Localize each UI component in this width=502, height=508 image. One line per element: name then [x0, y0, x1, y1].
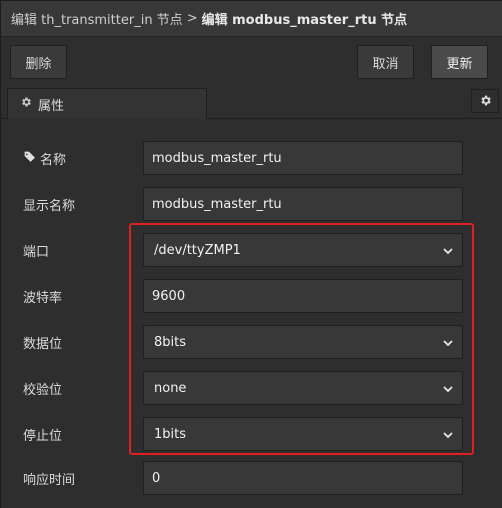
tab-bar: 属性 [1, 87, 502, 119]
chevron-down-icon [443, 340, 453, 347]
parity-row: 校验位 none [1, 371, 502, 405]
parity-select[interactable]: none [143, 371, 463, 405]
name-label-wrap: 名称 [23, 149, 66, 168]
cancel-button[interactable]: 取消 [357, 45, 414, 79]
name-label: 名称 [40, 153, 67, 168]
edit-node-dialog: 编辑 th_transmitter_in 节点 > 编辑 modbus_mast… [0, 0, 502, 508]
chevron-down-icon [443, 386, 453, 393]
data-bits-label: 数据位 [23, 337, 63, 352]
tab-properties[interactable]: 属性 [7, 88, 207, 119]
display-name-row: 显示名称 modbus_master_rtu [1, 187, 502, 221]
stop-bits-row: 停止位 1bits [1, 417, 502, 451]
breadcrumb: 编辑 th_transmitter_in 节点 > 编辑 modbus_mast… [1, 1, 502, 37]
tab-properties-label: 属性 [38, 98, 65, 114]
chevron-down-icon [443, 248, 453, 255]
gear-icon [479, 92, 492, 111]
port-select[interactable]: /dev/ttyZMP1 [143, 233, 463, 267]
tag-icon [23, 150, 36, 167]
delete-button[interactable]: 删除 [10, 45, 67, 79]
display-name-label: 显示名称 [23, 199, 76, 214]
response-time-label: 响应时间 [23, 473, 76, 488]
parity-value: none [154, 380, 187, 396]
response-time-input[interactable]: 0 [143, 461, 463, 495]
data-bits-select[interactable]: 8bits [143, 325, 463, 359]
properties-form: 名称 modbus_master_rtu 显示名称 modbus_master_… [1, 119, 502, 508]
chevron-down-icon [443, 432, 453, 439]
baud-rate-label: 波特率 [23, 291, 63, 306]
display-name-input[interactable]: modbus_master_rtu [143, 187, 463, 221]
breadcrumb-current: 编辑 modbus_master_rtu 节点 [201, 13, 408, 28]
breadcrumb-separator: > [186, 11, 198, 26]
port-value: /dev/ttyZMP1 [154, 242, 241, 258]
breadcrumb-parent[interactable]: 编辑 th_transmitter_in 节点 [11, 9, 183, 28]
name-input[interactable]: modbus_master_rtu [143, 141, 463, 175]
settings-button[interactable] [471, 89, 499, 113]
toolbar: 删除 取消 更新 [1, 37, 502, 87]
name-row: 名称 modbus_master_rtu [1, 141, 502, 175]
parity-label: 校验位 [23, 383, 63, 398]
data-bits-value: 8bits [154, 334, 187, 350]
port-label: 端口 [23, 245, 50, 260]
baud-rate-row: 波特率 9600 [1, 279, 502, 313]
stop-bits-select[interactable]: 1bits [143, 417, 463, 451]
data-bits-row: 数据位 8bits [1, 325, 502, 359]
gear-icon [20, 96, 32, 112]
stop-bits-label: 停止位 [23, 429, 63, 444]
baud-rate-input[interactable]: 9600 [143, 279, 463, 313]
port-row: 端口 /dev/ttyZMP1 [1, 233, 502, 267]
update-button[interactable]: 更新 [431, 45, 488, 79]
response-time-row: 响应时间 0 [1, 461, 502, 495]
stop-bits-value: 1bits [154, 426, 187, 442]
